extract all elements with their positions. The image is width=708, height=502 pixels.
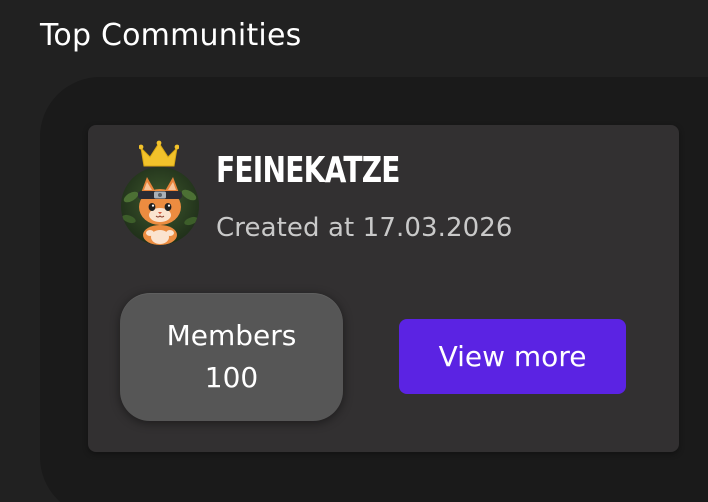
- page: Top Communities FEINEKATZE Created at 17…: [0, 0, 708, 502]
- created-date: Created at 17.03.2026: [216, 213, 513, 243]
- members-count: 100: [204, 361, 259, 394]
- members-label: Members: [166, 319, 297, 352]
- crown-icon: [139, 140, 179, 167]
- members-stat: Members 100: [120, 293, 343, 421]
- cat-avatar-icon: [121, 167, 199, 245]
- avatar-wrap: [119, 140, 201, 248]
- created-date-value: 17.03.2026: [362, 213, 513, 243]
- community-name[interactable]: FEINEKATZE: [216, 153, 400, 189]
- cat-avatar[interactable]: [121, 167, 199, 245]
- community-card: FEINEKATZE Created at 17.03.2026 Members…: [88, 125, 679, 452]
- view-more-button[interactable]: View more: [399, 319, 626, 394]
- section-title: Top Communities: [40, 18, 302, 53]
- created-label: Created at: [216, 213, 355, 243]
